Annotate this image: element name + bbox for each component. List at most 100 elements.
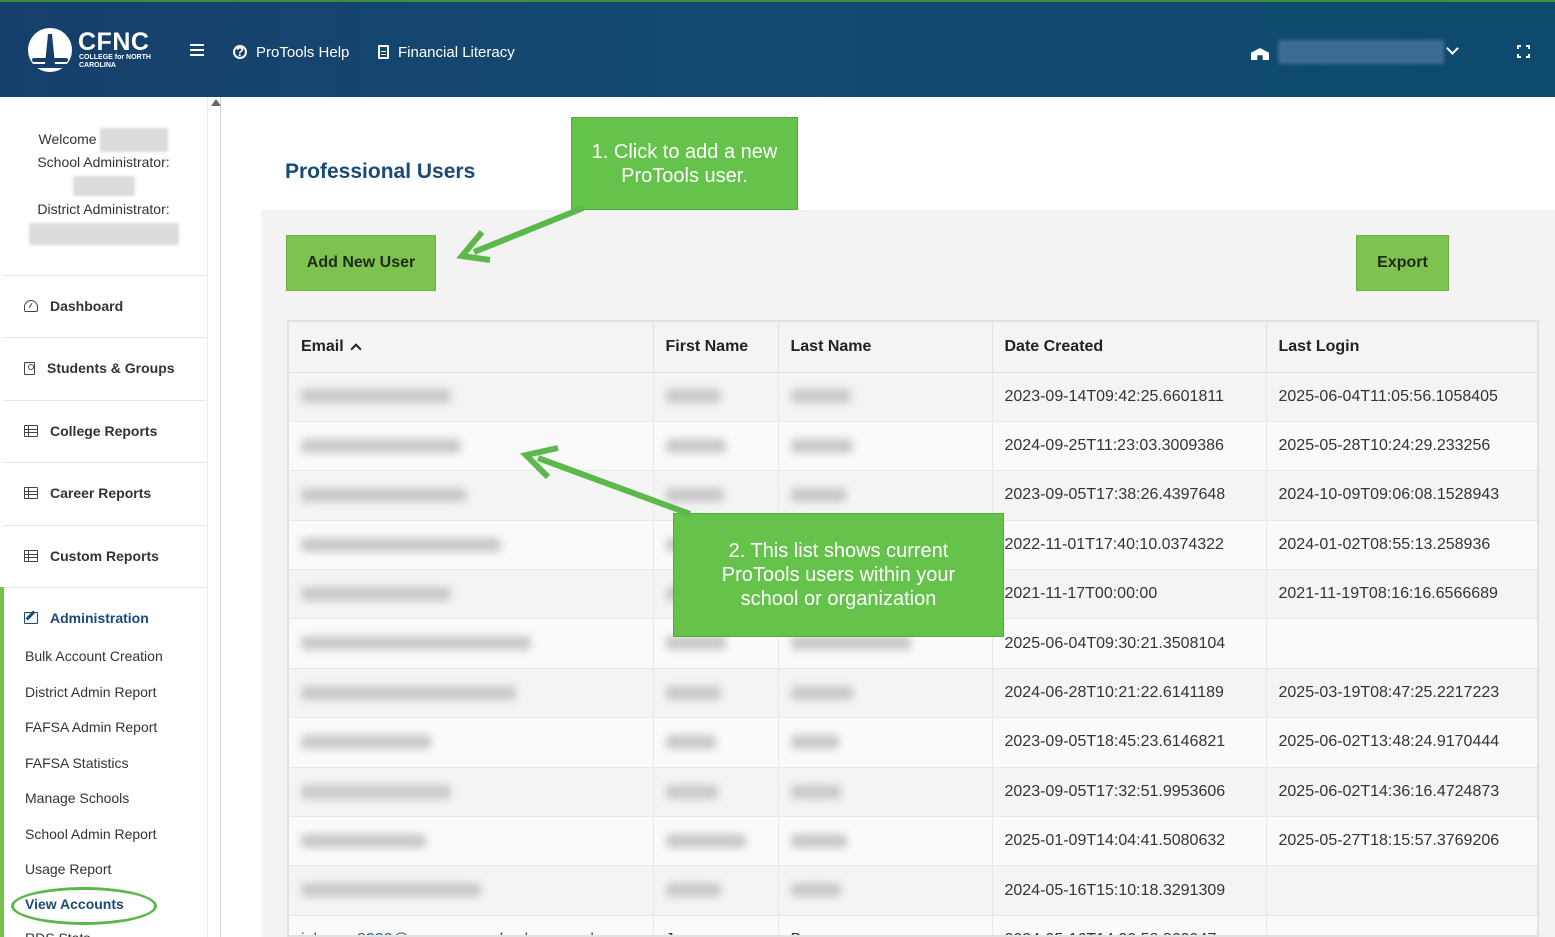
cell-email[interactable]: jebrown8232@waves.roanokechowan.edu [289,915,654,935]
redacted-value [301,389,451,404]
add-new-user-button[interactable]: Add New User [286,235,436,291]
table-row[interactable]: 2024-05-16T15:10:18.3291309 [289,865,1537,916]
column-header-email[interactable]: Email [289,322,654,373]
sidebar-subitem-school-admin-report[interactable]: School Admin Report [25,824,157,844]
question-circle-icon: ? [233,45,247,59]
sidebar-item-label: Administration [50,610,149,626]
cell-email[interactable] [289,865,654,916]
export-button[interactable]: Export [1356,235,1449,291]
cell-text: Brown [791,931,836,935]
cell-last-login: 2021-11-19T08:16:16.6566689 [1266,569,1537,620]
cell-date-created: 2023-09-14T09:42:25.6601811 [992,372,1267,422]
column-header-first-name[interactable]: First Name [653,322,779,373]
cell-text: James [666,931,713,935]
sidebar-item-dashboard[interactable]: Dashboard [24,296,123,316]
table-row[interactable]: 2025-01-09T14:04:41.5080632 2025-05-27T18… [289,816,1537,867]
sidebar-subitem-usage-report[interactable]: Usage Report [25,859,111,879]
table-row[interactable]: 2023-09-14T09:42:25.6601811 2025-06-04T11… [289,372,1537,422]
school-admin-redacted [72,176,135,197]
sidebar-subitem-manage-schools[interactable]: Manage Schools [25,788,129,808]
sidebar-item-administration[interactable]: Administration [24,608,149,628]
scroll-up-icon[interactable] [211,99,221,106]
cell-text: 2024-06-28T10:21:22.6141189 [1004,684,1224,702]
cell-text: 2023-09-05T18:45:23.6146821 [1004,733,1226,751]
cfnc-logo[interactable]: CFNC COLLEGE for NORTH CAROLINA [28,28,168,76]
cell-last-name [778,865,993,916]
redacted-value [790,438,853,453]
sidebar-scrollbar[interactable] [207,97,221,937]
divider [4,587,206,588]
lighthouse-icon [28,28,72,72]
redacted-value [301,685,516,700]
sidebar-item-label: Dashboard [50,298,124,314]
redacted-value [790,488,846,503]
school-icon [1251,44,1269,60]
cell-last-name [778,372,993,422]
sidebar-subitem-fafsa-admin-report[interactable]: FAFSA Admin Report [25,717,157,737]
sidebar-subitem-rds-stats[interactable]: RDS Stats [25,928,90,937]
cell-last-login: 2025-05-28T10:24:29.233256 [1266,421,1537,472]
hamburger-menu-icon[interactable] [190,44,204,58]
sidebar-subitem-view-accounts[interactable]: View Accounts [25,894,124,914]
cell-email[interactable] [289,717,654,768]
cell-last-login: 2024-10-09T09:06:08.1528943 [1266,470,1537,521]
table-icon [24,487,38,499]
cell-text: 2024-05-16T14:30:58.863947 [1005,931,1217,935]
page-title: Professional Users [285,160,476,183]
redacted-value [301,735,431,750]
column-header-date-created[interactable]: Date Created [992,322,1267,373]
table-row[interactable]: 2023-09-05T17:32:51.9953606 2025-06-02T14… [289,767,1537,818]
cell-date-created: 2024-09-25T11:23:03.3009386 [992,421,1267,472]
callout-user-list: 2. This list shows current ProTools user… [673,513,1004,637]
cell-email[interactable] [289,520,654,571]
callout-add-user: 1. Click to add a new ProTools user. [571,117,798,210]
table-row[interactable]: jebrown8232@waves.roanokechowan.edu James… [289,915,1537,935]
redacted-value [665,389,721,404]
nav-protools-help[interactable]: ? ProTools Help [233,42,349,62]
sidebar-item-students-groups[interactable]: Students & Groups [24,358,175,378]
sidebar-subitem-fafsa-statistics[interactable]: FAFSA Statistics [25,753,128,773]
cell-last-login: 2025-06-02T13:48:24.9170444 [1266,717,1537,768]
cell-email[interactable] [289,816,654,867]
cell-last-name: Brown [778,915,993,935]
cell-first-name [653,767,779,818]
cell-text: 2024-09-25T11:23:03.3009386 [1004,437,1224,455]
cell-email[interactable] [289,421,654,472]
cell-first-name [653,372,779,422]
cell-first-name: James [653,915,779,935]
cell-email[interactable] [289,618,654,669]
cell-text: 2024-05-16T15:10:18.3291309 [1004,881,1226,899]
sidebar-item-career-reports[interactable]: Career Reports [24,483,151,503]
school-select[interactable] [1278,40,1444,64]
sidebar-subitem-district-admin-report[interactable]: District Admin Report [25,682,156,702]
redacted-value [665,883,721,898]
sidebar-subitem-bulk-account-creation[interactable]: Bulk Account Creation [25,646,163,666]
cell-last-name [778,668,993,719]
sort-ascending-icon[interactable] [350,343,362,355]
table-row[interactable]: 2023-09-05T18:45:23.6146821 2025-06-02T13… [289,717,1537,768]
cell-email[interactable] [289,668,654,719]
redacted-value [665,735,716,750]
cell-email[interactable] [289,470,654,521]
cell-email[interactable] [289,767,654,818]
cell-text: 2025-06-04T09:30:21.3508104 [1004,634,1226,652]
table-row[interactable]: 2024-06-28T10:21:22.6141189 2025-03-19T08… [289,668,1537,719]
divider [4,337,206,338]
sidebar-item-college-reports[interactable]: College Reports [24,421,157,441]
redacted-value [301,488,466,503]
redacted-value [790,833,847,848]
cell-date-created: 2023-09-05T17:38:26.4397648 [992,470,1267,521]
nav-financial-literacy[interactable]: Financial Literacy [378,42,515,62]
district-admin-redacted [28,223,179,246]
cell-date-created: 2024-05-16T15:10:18.3291309 [992,865,1267,916]
fullscreen-icon[interactable] [1517,45,1530,58]
redacted-value [665,685,721,700]
sidebar-item-custom-reports[interactable]: Custom Reports [24,546,159,566]
table-row[interactable]: 2024-09-25T11:23:03.3009386 2025-05-28T10… [289,421,1537,472]
cell-email[interactable] [289,569,654,620]
column-header-last-login[interactable]: Last Login [1266,322,1537,373]
chevron-down-icon[interactable] [1446,44,1458,56]
cell-email[interactable] [289,372,654,422]
redacted-value [301,883,481,898]
column-header-last-name[interactable]: Last Name [778,322,993,373]
